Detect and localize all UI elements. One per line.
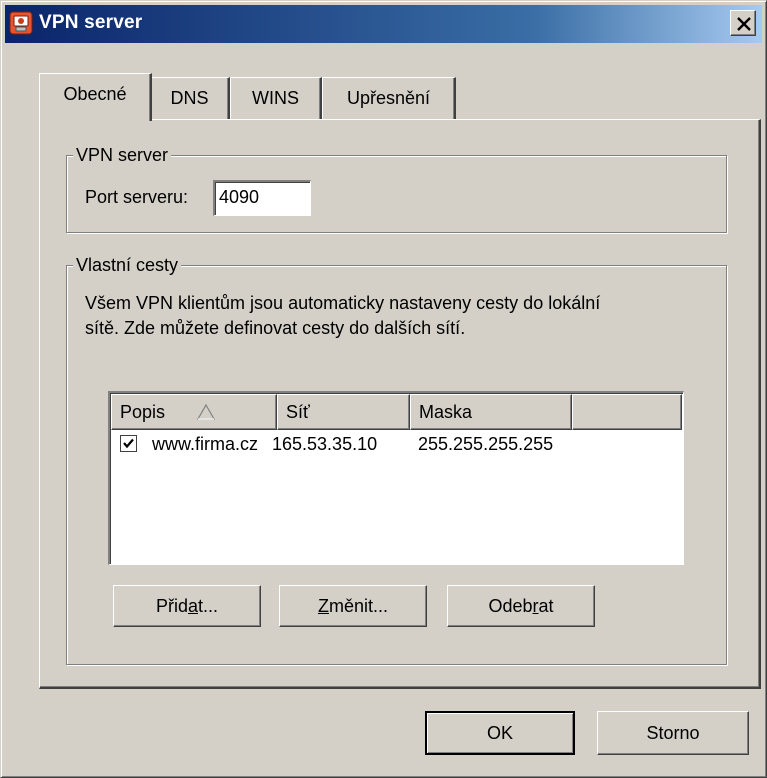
checkmark-icon (123, 438, 134, 449)
cell-maska: 255.255.255.255 (418, 434, 554, 454)
port-input[interactable]: 4090 (213, 180, 311, 216)
ok-button[interactable]: OK (425, 711, 575, 755)
column-header-popis[interactable]: Popis (111, 394, 277, 430)
vpn-server-dialog: VPN server DNS WINS Upřesnění Obecné VPN… (0, 0, 767, 778)
edit-route-label-b: Z (317, 596, 329, 616)
column-header-maska[interactable]: Maska (410, 394, 572, 430)
close-button[interactable] (730, 10, 756, 36)
routes-description-line1: Všem VPN klientům jsou automaticky nasta… (85, 293, 601, 313)
add-route-label-b: a (187, 596, 198, 616)
custom-routes-group-title: Vlastní cesty (73, 254, 182, 276)
remove-route-button[interactable]: Odebrat (447, 585, 595, 627)
route-enabled-checkbox[interactable] (120, 435, 137, 452)
sort-ascending-icon (196, 403, 216, 420)
cell-sit: 165.53.35.10 (272, 434, 378, 454)
tab-wins-label: WINS (252, 88, 299, 108)
tab-dns-label: DNS (170, 88, 209, 108)
close-icon (737, 17, 751, 31)
cell-popis: www.firma.cz (152, 434, 259, 454)
remove-route-label-a: Odeb (488, 596, 533, 616)
ok-button-label: OK (486, 723, 513, 743)
column-header-popis-label: Popis (120, 402, 166, 422)
add-route-button[interactable]: Přidat... (113, 585, 261, 627)
routes-list[interactable]: Popis Síť Maska www.firma.cz 165.53.35.1… (108, 391, 684, 565)
column-header-sit-label: Síť (286, 402, 310, 422)
vpn-server-group-title: VPN server (73, 144, 172, 166)
edit-route-button[interactable]: Změnit... (279, 585, 427, 627)
routes-description-line2: sítě. Zde můžete definovat cesty do dalš… (85, 318, 466, 338)
cancel-button-label: Storno (646, 723, 700, 743)
tab-obecne[interactable]: Obecné (39, 73, 152, 121)
column-header-empty[interactable] (572, 394, 682, 430)
cancel-button[interactable]: Storno (597, 711, 749, 755)
add-route-label-a: Přid (155, 596, 188, 616)
tab-wins[interactable]: WINS (230, 77, 322, 119)
tab-upresneni-label: Upřesnění (346, 88, 431, 108)
tab-upresneni[interactable]: Upřesnění (322, 77, 456, 119)
title-bar[interactable]: VPN server (5, 5, 762, 43)
column-header-maska-label: Maska (419, 402, 473, 422)
port-label: Port serveru: (85, 187, 189, 207)
window-title: VPN server (39, 12, 143, 33)
tab-obecne-label: Obecné (63, 84, 127, 104)
column-header-sit[interactable]: Síť (277, 394, 410, 430)
remove-route-label-c: at (538, 596, 554, 616)
vpn-server-icon (9, 11, 33, 35)
add-route-label-c: t... (198, 596, 219, 616)
edit-route-label-c: měnit... (328, 596, 389, 616)
table-row[interactable]: www.firma.cz 165.53.35.10 255.255.255.25… (112, 430, 682, 460)
tab-dns[interactable]: DNS (150, 77, 230, 119)
